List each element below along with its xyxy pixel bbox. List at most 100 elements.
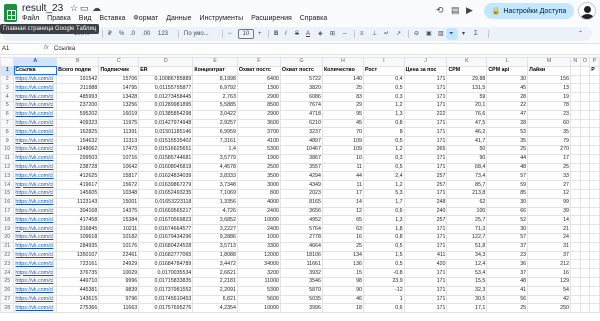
cell[interactable]: 32,3 bbox=[446, 285, 488, 296]
filter-icon[interactable]: ⏷ bbox=[449, 30, 454, 38]
cell[interactable]: 5870 bbox=[279, 285, 323, 296]
cell[interactable] bbox=[589, 197, 600, 208]
cell[interactable]: 5,3 bbox=[362, 188, 405, 199]
strikethrough-icon[interactable]: S bbox=[295, 30, 299, 38]
cell[interactable]: 34,3 bbox=[446, 250, 488, 261]
cell[interactable] bbox=[589, 153, 600, 164]
cell[interactable]: 10716 bbox=[98, 153, 140, 164]
cell[interactable]: 0,01639867279 bbox=[138, 180, 194, 190]
cell[interactable]: 10348 bbox=[98, 188, 140, 199]
cell[interactable] bbox=[579, 188, 591, 199]
cell[interactable]: https://vk.com/cl bbox=[13, 206, 58, 217]
row-number[interactable]: 20 bbox=[0, 232, 15, 243]
cell[interactable]: 3,6852 bbox=[192, 215, 238, 226]
insert-link-icon[interactable]: ⊖ bbox=[414, 30, 419, 38]
cell[interactable]: 7,1069 bbox=[192, 188, 238, 199]
meet-icon[interactable]: ▶ bbox=[466, 5, 473, 15]
cell[interactable]: ER bbox=[138, 65, 194, 76]
cell[interactable]: 31 bbox=[527, 241, 572, 252]
menu-insert[interactable]: Вставка bbox=[99, 15, 125, 22]
cell[interactable]: 16019 bbox=[98, 109, 140, 120]
cell[interactable]: 71,3 bbox=[446, 224, 488, 234]
cell[interactable]: Р bbox=[589, 65, 600, 76]
cell[interactable]: 11975 bbox=[98, 118, 140, 129]
cell[interactable]: 316845 bbox=[56, 224, 100, 234]
cell[interactable] bbox=[570, 109, 581, 120]
cell[interactable]: 419617 bbox=[56, 180, 100, 190]
cell[interactable]: 171 bbox=[403, 285, 448, 296]
menu-format[interactable]: Формат bbox=[133, 15, 158, 22]
row-number[interactable]: 14 bbox=[0, 180, 15, 190]
cell[interactable]: 85 bbox=[486, 188, 529, 199]
cell[interactable]: 238728 bbox=[56, 162, 100, 173]
cell[interactable]: 0,01515535402 bbox=[138, 136, 194, 146]
cell[interactable] bbox=[579, 171, 591, 182]
insert-comment-icon[interactable]: ▣ bbox=[426, 30, 432, 38]
cell[interactable]: https://vk.com/cl bbox=[13, 276, 58, 287]
cell[interactable] bbox=[570, 136, 581, 146]
cell[interactable]: 257 bbox=[403, 180, 448, 190]
cell[interactable]: 3700 bbox=[236, 127, 281, 138]
cell[interactable]: 98 bbox=[321, 276, 364, 287]
cell[interactable]: 145605 bbox=[56, 188, 100, 199]
column-header[interactable]: O bbox=[579, 57, 591, 67]
cell[interactable] bbox=[570, 180, 581, 190]
cell[interactable]: 15 bbox=[321, 268, 364, 278]
cell[interactable]: 1,8 bbox=[362, 224, 405, 234]
cell[interactable] bbox=[589, 276, 600, 287]
avatar[interactable] bbox=[578, 2, 596, 20]
cell[interactable]: https://vk.com/cl bbox=[13, 188, 58, 199]
cell[interactable]: 4718 bbox=[279, 109, 323, 120]
cell[interactable]: 12 bbox=[321, 206, 364, 217]
cell[interactable]: 0,01652493235 bbox=[138, 188, 194, 199]
cell[interactable] bbox=[589, 215, 600, 226]
cell[interactable]: 8 bbox=[362, 127, 405, 138]
cell[interactable]: 270 bbox=[527, 144, 572, 155]
cell[interactable]: 2023 bbox=[279, 188, 323, 199]
cell[interactable]: https://vk.com/cl bbox=[13, 171, 58, 182]
cell[interactable]: 3300 bbox=[236, 241, 281, 252]
cell[interactable]: 4100 bbox=[236, 136, 281, 146]
cell[interactable]: 420 bbox=[403, 259, 448, 270]
cell[interactable]: 131,5 bbox=[446, 83, 488, 94]
cell[interactable]: 4,2354 bbox=[192, 303, 238, 314]
cell[interactable] bbox=[579, 92, 591, 102]
cell[interactable]: 171 bbox=[403, 162, 448, 173]
cell[interactable]: 44 bbox=[321, 171, 364, 182]
cell[interactable]: 21 bbox=[527, 224, 572, 234]
cell[interactable]: 109 bbox=[321, 144, 364, 155]
cell[interactable]: https://vk.com/cl bbox=[13, 285, 58, 296]
cell[interactable]: 18 bbox=[321, 303, 364, 314]
cell[interactable] bbox=[579, 268, 591, 278]
insert-chart-icon[interactable]: ▥ bbox=[438, 30, 444, 38]
cell[interactable]: https://vk.com/cl bbox=[13, 241, 58, 252]
cell[interactable]: 48 bbox=[486, 162, 529, 173]
cell[interactable]: 162825 bbox=[56, 127, 100, 138]
cell[interactable]: 1,8088 bbox=[192, 250, 238, 261]
cell[interactable] bbox=[570, 241, 581, 252]
cell[interactable]: 222 bbox=[403, 109, 448, 120]
cell[interactable] bbox=[570, 188, 581, 199]
font-select[interactable]: По умо... bbox=[184, 30, 209, 38]
cell[interactable]: 409323 bbox=[56, 118, 100, 129]
cell[interactable]: 0,5 bbox=[362, 136, 405, 146]
cell[interactable]: 66 bbox=[486, 206, 529, 217]
cell[interactable]: 45 bbox=[321, 118, 364, 129]
cell[interactable] bbox=[570, 303, 581, 314]
cell[interactable]: 37 bbox=[527, 250, 572, 261]
cell[interactable]: 0,01624834039 bbox=[138, 171, 194, 182]
cell[interactable]: 57 bbox=[486, 171, 529, 182]
cell[interactable]: https://vk.com/cl bbox=[13, 144, 58, 155]
row-number[interactable]: 7 bbox=[0, 118, 15, 129]
cell[interactable]: 2,6621 bbox=[192, 268, 238, 278]
cell[interactable]: 24929 bbox=[98, 259, 140, 270]
cell[interactable]: https://vk.com/cl bbox=[13, 232, 58, 243]
cell[interactable]: 4000 bbox=[236, 197, 281, 208]
column-header[interactable]: K bbox=[446, 57, 488, 67]
currency-icon[interactable]: ₽ bbox=[108, 30, 112, 38]
cell[interactable] bbox=[589, 127, 600, 138]
cell[interactable]: 4952 bbox=[279, 215, 323, 226]
cell[interactable]: 3,4472 bbox=[192, 259, 238, 270]
cell[interactable]: 376735 bbox=[56, 268, 100, 278]
cell[interactable]: 171 bbox=[403, 153, 448, 164]
